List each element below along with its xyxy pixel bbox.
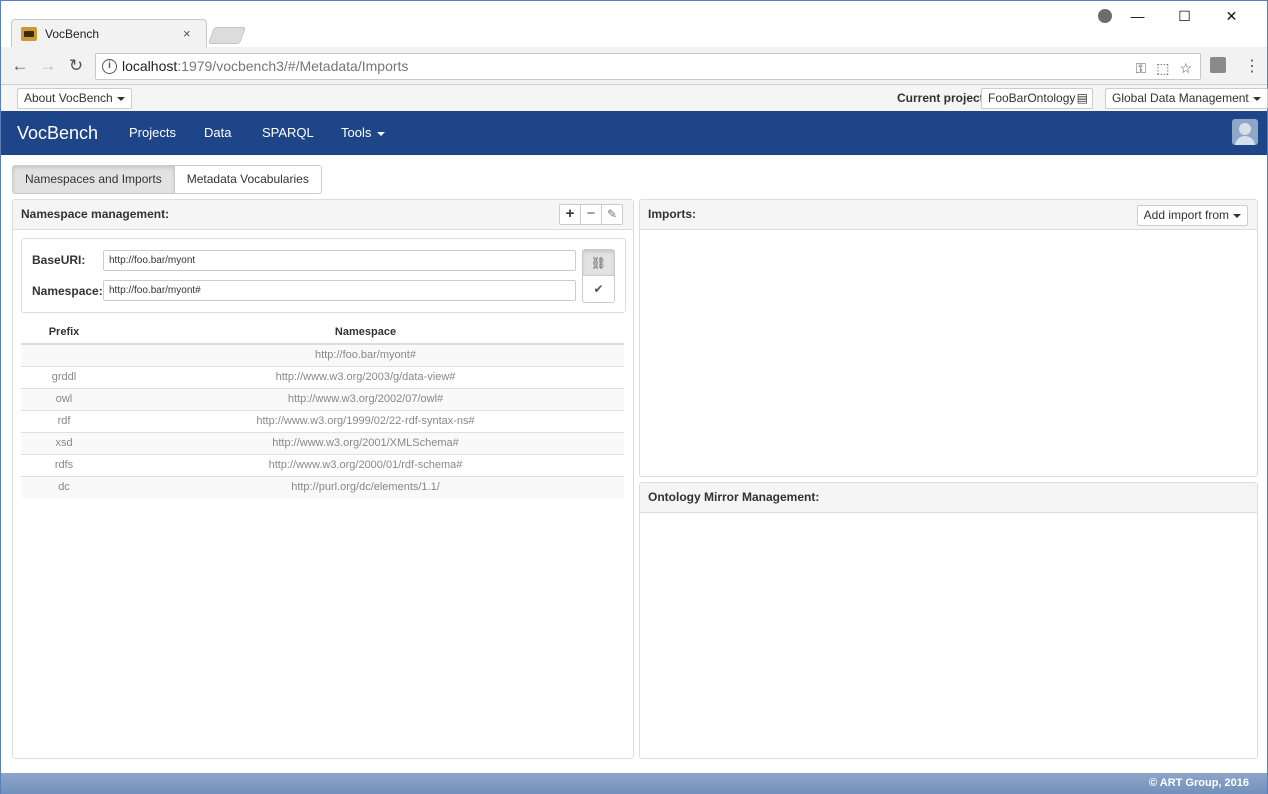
namespace-cell: http://www.w3.org/2003/g/data-view# (107, 365, 624, 388)
add-import-from-dropdown[interactable]: Add import from (1136, 205, 1248, 226)
add-namespace-button[interactable]: + (559, 204, 581, 225)
browser-toolbar: ← → ↻ i localhost:1979/vocbench3/#/Metad… (1, 47, 1267, 85)
nav-item-tools[interactable]: Tools (341, 125, 386, 140)
browser-tab-content[interactable]: VocBench (21, 21, 201, 47)
tab-close-icon[interactable]: × (183, 26, 191, 41)
metadata-subtabs: Namespaces and Imports Metadata Vocabula… (12, 165, 322, 194)
about-vocbench-dropdown[interactable]: About VocBench (17, 88, 132, 109)
caret-down-icon (377, 131, 386, 136)
ontology-mirror-panel: Ontology Mirror Management: (639, 482, 1258, 759)
url-host: localhost (122, 58, 178, 74)
vocbench-favicon-icon (21, 27, 37, 41)
about-vocbench-label: About VocBench (24, 91, 113, 105)
table-header-row: Prefix Namespace (21, 320, 624, 345)
reload-icon[interactable]: ↻ (66, 56, 86, 76)
site-info-icon[interactable]: i (102, 59, 117, 74)
add-import-from-label: Add import from (1143, 208, 1229, 222)
user-avatar[interactable] (1232, 119, 1258, 145)
prefix-cell: rdf (21, 409, 107, 432)
back-icon[interactable]: ← (10, 56, 30, 76)
prefix-cell (21, 343, 107, 366)
base-uri-box: BaseURI: http://foo.bar/myont Namespace:… (21, 238, 626, 313)
global-data-management-dropdown[interactable]: Global Data Management (1105, 88, 1268, 109)
address-bar-actions: ⚿ ⬚ ☆ (1136, 56, 1192, 81)
imports-heading: Imports: Add import from (640, 200, 1257, 230)
minimize-icon[interactable]: — (1114, 7, 1161, 27)
brand-logo[interactable]: VocBench (17, 123, 98, 144)
namespace-cell: http://www.w3.org/1999/02/22-rdf-syntax-… (107, 409, 624, 432)
namespace-management-heading: Namespace management: + − ✎ (13, 200, 633, 230)
footer: © ART Group, 2016 (1, 773, 1267, 794)
prefix-cell: xsd (21, 431, 107, 454)
translate-icon[interactable]: ⬚ (1156, 56, 1169, 81)
confirm-check-icon[interactable]: ✔ (583, 276, 614, 302)
ontology-mirror-heading: Ontology Mirror Management: (640, 483, 1257, 513)
ontology-mirror-title: Ontology Mirror Management: (648, 490, 820, 504)
project-list-icon[interactable]: ▤ (1077, 89, 1088, 108)
namespace-cell: http://www.w3.org/2000/01/rdf-schema# (107, 453, 624, 476)
tab-namespaces-and-imports[interactable]: Namespaces and Imports (12, 165, 175, 194)
table-row[interactable]: grddl http://www.w3.org/2003/g/data-view… (21, 365, 624, 388)
link-baseuri-icon[interactable]: ⛓ (583, 250, 614, 276)
baseuri-input[interactable]: http://foo.bar/myont (103, 250, 576, 271)
browser-titlebar: VocBench × — ☐ ✕ (1, 1, 1267, 47)
tab-metadata-vocabularies[interactable]: Metadata Vocabularies (174, 165, 322, 194)
namespace-actions: + − ✎ (559, 204, 623, 225)
namespace-cell: http://foo.bar/myont# (107, 343, 624, 366)
imports-panel: Imports: Add import from (639, 199, 1258, 477)
table-row[interactable]: rdfs http://www.w3.org/2000/01/rdf-schem… (21, 453, 624, 476)
nav-item-data[interactable]: Data (204, 125, 231, 140)
current-project-label: Current project: (897, 91, 988, 105)
namespace-cell: http://www.w3.org/2001/XMLSchema# (107, 431, 624, 454)
browser-tab-title: VocBench (45, 27, 100, 41)
bookmark-star-icon[interactable]: ☆ (1179, 56, 1192, 81)
table-row[interactable]: dc http://purl.org/dc/elements/1.1/ (21, 475, 624, 498)
url-path: :1979/vocbench3/#/Metadata/Imports (177, 58, 409, 74)
browser-window: VocBench × — ☐ ✕ ← → ↻ i localhost:1979/… (0, 0, 1268, 794)
remove-namespace-button[interactable]: − (580, 204, 602, 225)
window-close-icon[interactable]: ✕ (1208, 7, 1255, 27)
table-row[interactable]: rdf http://www.w3.org/1999/02/22-rdf-syn… (21, 409, 624, 432)
baseuri-label: BaseURI: (32, 253, 86, 267)
namespace-column-header: Namespace (107, 320, 624, 345)
nav-item-tools-label: Tools (341, 125, 372, 140)
caret-down-icon (1252, 96, 1261, 101)
address-bar[interactable]: i localhost:1979/vocbench3/#/Metadata/Im… (95, 53, 1201, 80)
table-row[interactable]: http://foo.bar/myont# (21, 343, 624, 366)
namespace-management-title: Namespace management: (21, 207, 170, 221)
prefix-cell: dc (21, 475, 107, 498)
nav-item-projects[interactable]: Projects (129, 125, 176, 140)
caret-down-icon (1233, 213, 1241, 218)
namespace-input[interactable]: http://foo.bar/myont# (103, 280, 576, 301)
baseuri-side-buttons: ⛓ ✔ (582, 249, 615, 303)
prefix-cell: rdfs (21, 453, 107, 476)
nav-item-sparql[interactable]: SPARQL (262, 125, 314, 140)
prefix-cell: owl (21, 387, 107, 410)
namespace-table: Prefix Namespace http://foo.bar/myont# g… (21, 320, 624, 498)
new-tab-button[interactable] (207, 27, 247, 44)
prefix-cell: grddl (21, 365, 107, 388)
current-project-field[interactable]: FooBarOntology ▤ (981, 88, 1093, 109)
key-icon[interactable]: ⚿ (1136, 56, 1147, 81)
profile-icon[interactable] (1098, 9, 1112, 23)
table-row[interactable]: owl http://www.w3.org/2002/07/owl# (21, 387, 624, 410)
namespace-management-panel: Namespace management: + − ✎ BaseURI: htt… (12, 199, 634, 759)
namespace-cell: http://purl.org/dc/elements/1.1/ (107, 475, 624, 498)
global-data-management-label: Global Data Management (1112, 91, 1249, 105)
current-project-name: FooBarOntology (988, 91, 1076, 105)
namespace-label: Namespace: (32, 284, 103, 298)
browser-menu-icon[interactable]: ⋮ (1244, 56, 1260, 76)
namespace-cell: http://www.w3.org/2002/07/owl# (107, 387, 624, 410)
edit-namespace-button[interactable]: ✎ (601, 204, 623, 225)
window-controls: — ☐ ✕ (1114, 7, 1255, 27)
caret-down-icon (116, 96, 125, 101)
forward-icon[interactable]: → (38, 56, 58, 76)
imports-title: Imports: (648, 207, 696, 221)
maximize-icon[interactable]: ☐ (1161, 7, 1208, 27)
prefix-column-header: Prefix (21, 320, 107, 345)
table-row[interactable]: xsd http://www.w3.org/2001/XMLSchema# (21, 431, 624, 454)
extension-icon[interactable] (1210, 57, 1226, 73)
main-navbar: VocBench Projects Data SPARQL Tools (1, 111, 1267, 155)
app-topbar: About VocBench Current project: FooBarOn… (1, 85, 1268, 111)
